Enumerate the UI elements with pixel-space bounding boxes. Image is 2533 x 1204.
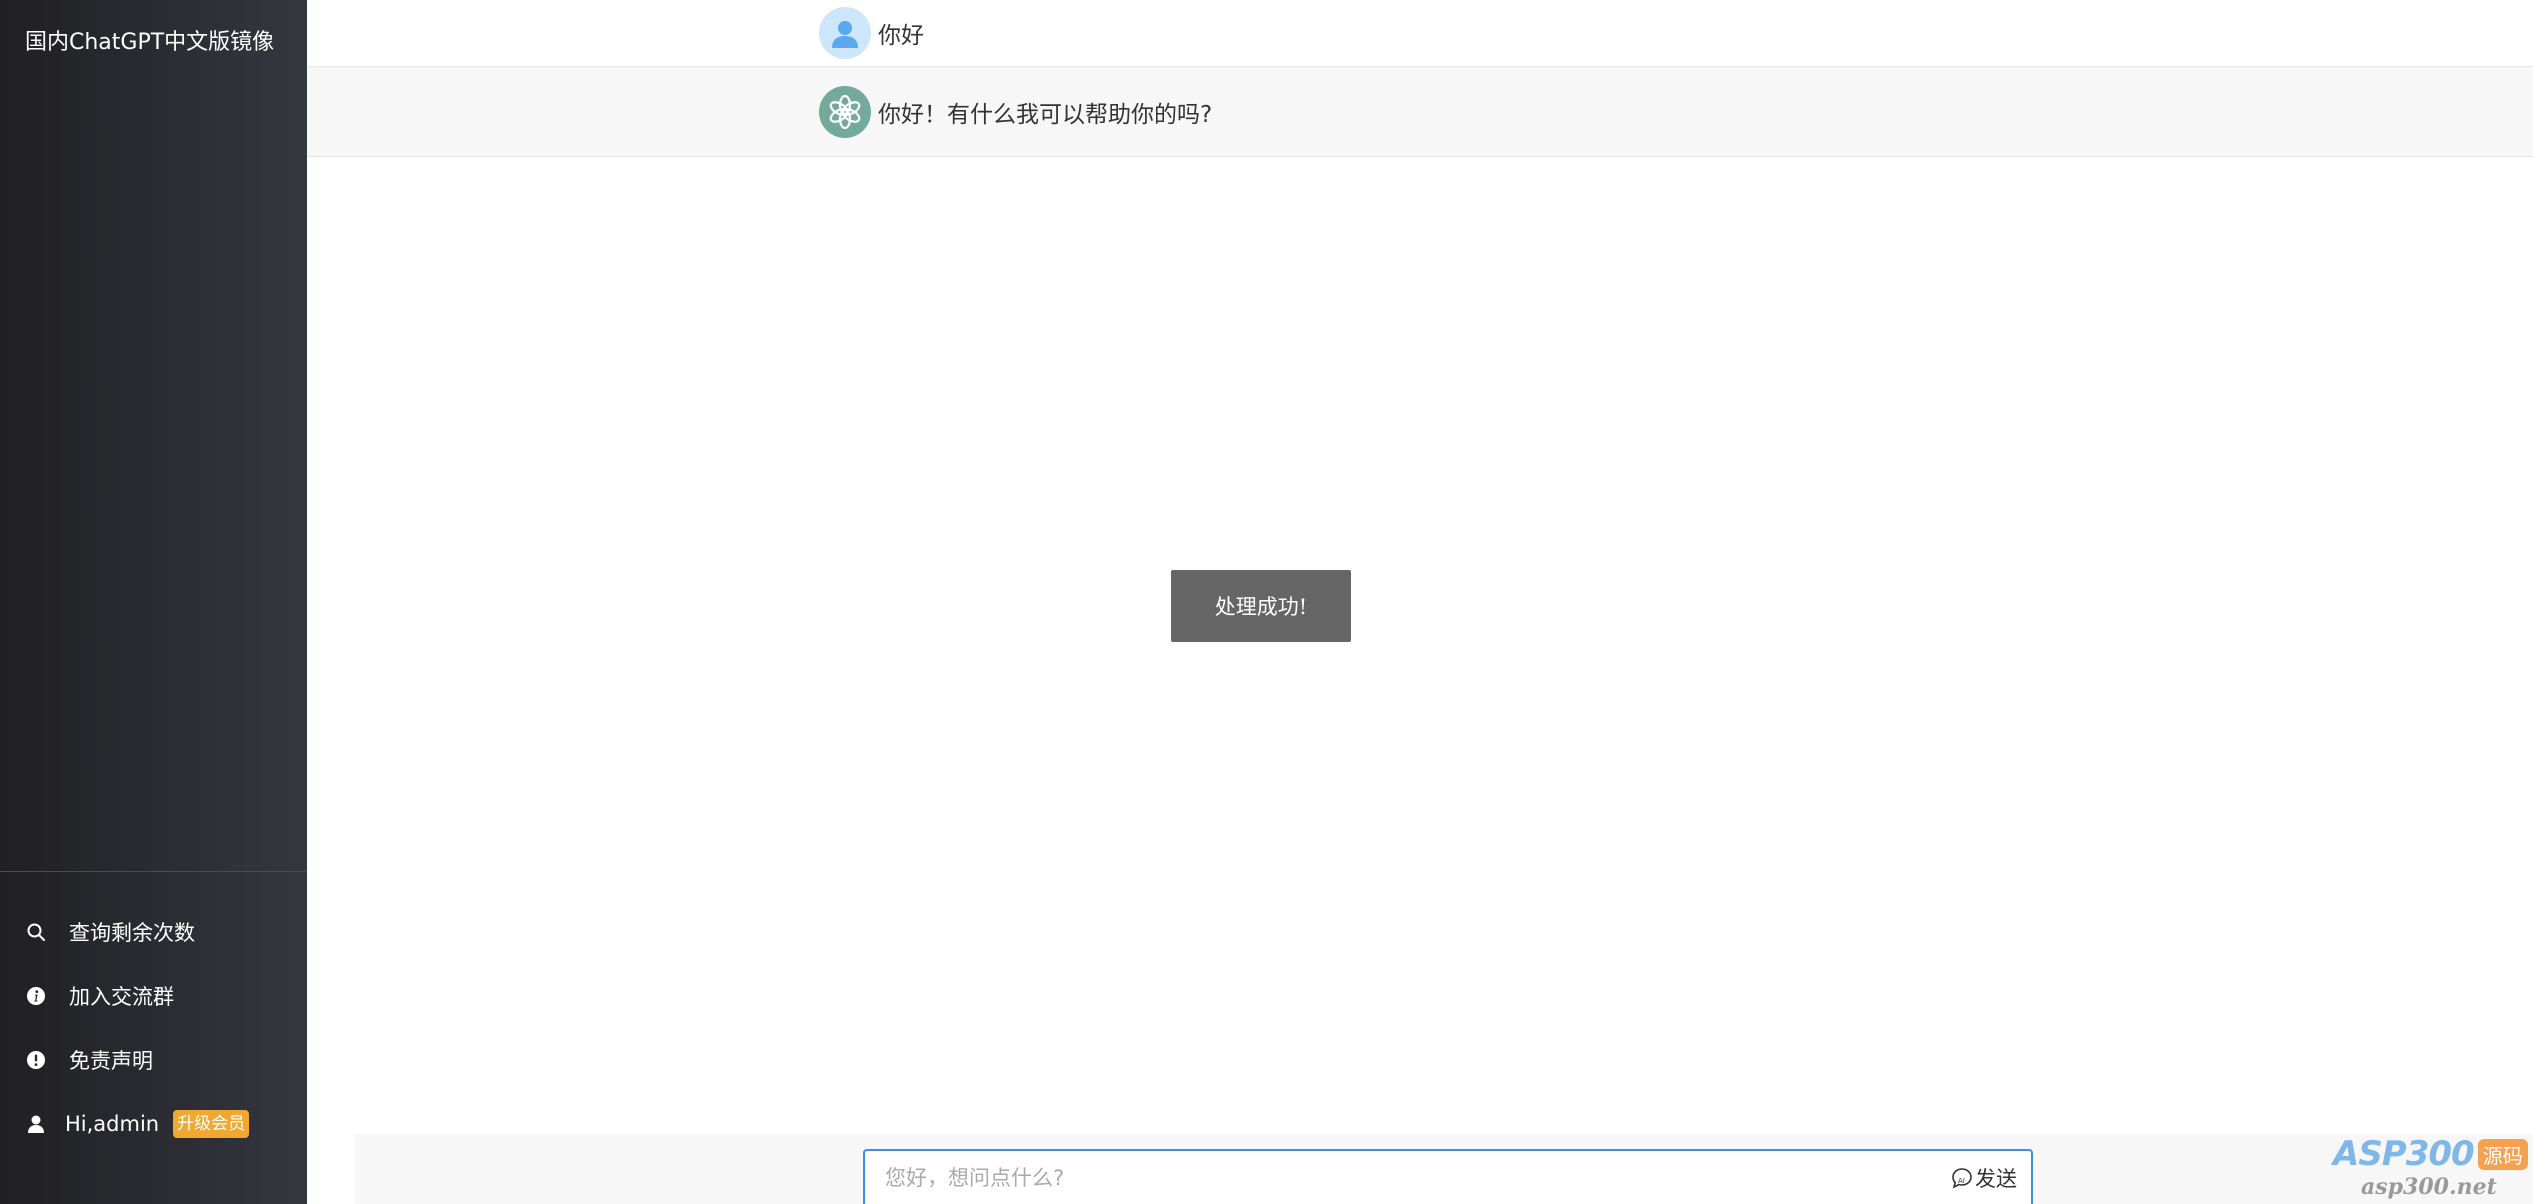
sidebar-item-label: 免责声明 [69, 1049, 153, 1073]
sidebar-item-query-remaining[interactable]: 查询剩余次数 [0, 900, 307, 964]
watermark: ASP300 源码 asp300.net [2333, 1124, 2533, 1204]
send-label: 发送 [1975, 1167, 2017, 1191]
app-title: 国内ChatGPT中文版镜像 [25, 30, 275, 55]
chat-message-assistant: 你好！有什么我可以帮助你的吗? [307, 67, 2533, 157]
message-input[interactable] [865, 1151, 1951, 1204]
sidebar: 国内ChatGPT中文版镜像 查询剩余次数 加入交流群 免责声明 Hi,admi… [0, 0, 307, 1204]
watermark-logo: ASP300 源码 [2333, 1134, 2528, 1174]
message-text: 你好 [878, 23, 924, 49]
sidebar-divider [0, 871, 307, 872]
info-icon [25, 985, 47, 1007]
chat-main: 你好 你好！有什么我可以帮助你的吗? 处理成功! 您好，想问点什么? AI 发送… [307, 0, 2533, 1204]
success-toast: 处理成功! [1171, 570, 1351, 642]
openai-logo-icon [819, 85, 871, 138]
message-input-box: AI 发送 [863, 1149, 2033, 1204]
user-icon [25, 1113, 47, 1135]
watermark-brand: ASP300 [2333, 1134, 2475, 1174]
sidebar-item-label: 查询剩余次数 [69, 921, 195, 945]
sidebar-menu: 查询剩余次数 加入交流群 免责声明 Hi,admin 升级会员 [0, 900, 307, 1156]
message-text: 你好！有什么我可以帮助你的吗? [878, 101, 1213, 128]
input-area: AI 发送 [355, 1134, 2533, 1204]
search-icon [25, 921, 47, 943]
sidebar-item-label: 加入交流群 [69, 985, 174, 1009]
sidebar-item-disclaimer[interactable]: 免责声明 [0, 1028, 307, 1092]
chat-bubble-icon: AI [1951, 1167, 1973, 1189]
watermark-url: asp300.net [2361, 1174, 2497, 1200]
alert-icon [25, 1049, 47, 1071]
user-avatar-icon [819, 7, 871, 59]
app-root: 国内ChatGPT中文版镜像 查询剩余次数 加入交流群 免责声明 Hi,admi… [0, 0, 2533, 1204]
watermark-tag: 源码 [2477, 1138, 2528, 1170]
chat-message-user: 你好 [307, 0, 2533, 67]
upgrade-vip-badge[interactable]: 升级会员 [173, 1110, 250, 1138]
sidebar-item-join-group[interactable]: 加入交流群 [0, 964, 307, 1028]
user-greeting: Hi,admin [65, 1112, 160, 1136]
send-button[interactable]: AI 发送 [1951, 1163, 2031, 1193]
sidebar-user[interactable]: Hi,admin 升级会员 [0, 1092, 307, 1156]
svg-text:AI: AI [1958, 1177, 1965, 1185]
